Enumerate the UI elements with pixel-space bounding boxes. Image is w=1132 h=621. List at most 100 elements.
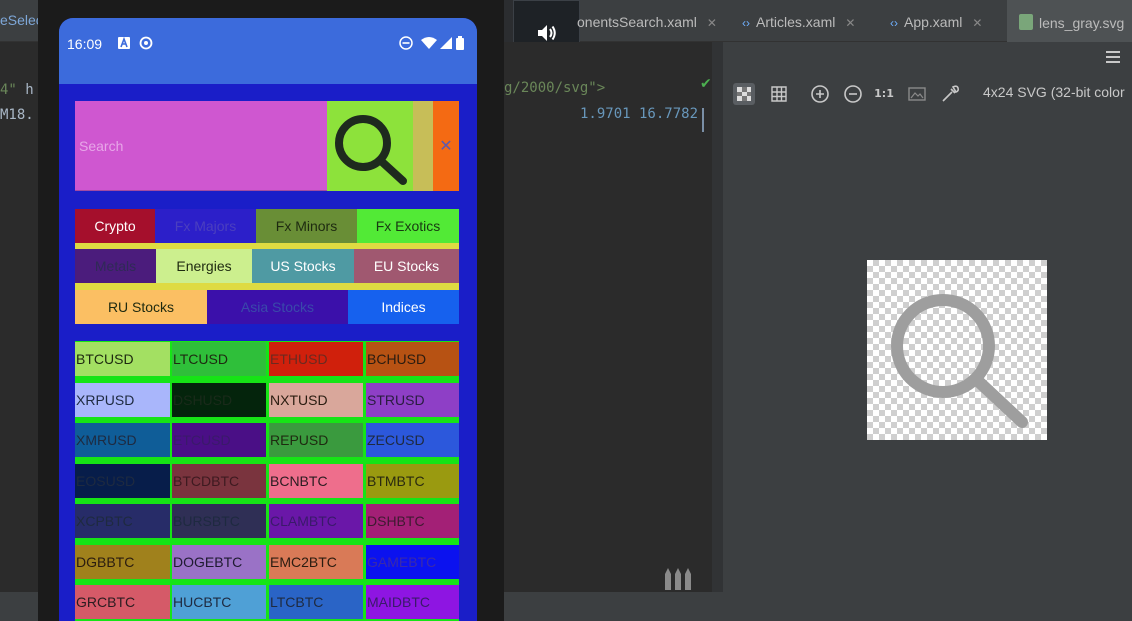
svg-preview-panel: 1:1 4x24 SVG (32-bit color [723, 42, 1132, 592]
checkmark-icon: ✔ [700, 76, 712, 92]
editor-tabbar: onentsSearch.xaml ✕ ‹› Articles.xaml ✕ ‹› Ap… [577, 0, 1132, 42]
clear-search-button[interactable]: ✕ [433, 101, 459, 191]
search-button[interactable] [327, 101, 413, 191]
emulator-phone-frame: 16:09 Search ✕ Crypto Fx Majors Fx Minor… [38, 0, 504, 621]
category-tab-fx-exotics[interactable]: Fx Exotics [357, 209, 459, 243]
zoom-out-icon [844, 85, 862, 103]
tab-lens-gray-svg[interactable]: lens_gray.svg [1007, 0, 1132, 42]
battery-icon [455, 36, 465, 50]
symbol-cell-btcusd[interactable]: BTCUSD [75, 342, 170, 376]
checker-background-icon [737, 87, 751, 101]
tab-close-icon[interactable]: ✕ [707, 16, 717, 30]
checker-background-button[interactable] [733, 83, 755, 105]
symbol-cell-ltcusd[interactable]: LTCUSD [172, 342, 266, 376]
xml-file-icon: ‹› [890, 16, 898, 30]
pencils-icon [662, 566, 696, 590]
symbol-cell-btcdbtc[interactable]: BTCDBTC [172, 463, 266, 498]
tab-articles[interactable]: ‹› Articles.xaml ✕ [742, 14, 855, 30]
symbol-cell-eosusd[interactable]: EOSUSD [75, 463, 170, 498]
symbol-cell-bchusd[interactable]: BCHUSD [366, 342, 459, 376]
symbol-cell-dgbbtc[interactable]: DGBBTC [75, 544, 170, 579]
tab-close-icon[interactable]: ✕ [972, 16, 982, 30]
image-icon [908, 87, 926, 101]
symbol-cell-xmrusd[interactable]: XMRUSD [75, 423, 170, 457]
xml-file-icon: ‹› [742, 16, 750, 30]
ide-left-code-number: 4" [0, 82, 17, 98]
symbol-cell-xcpbtc[interactable]: XCPBTC [75, 504, 170, 538]
symbol-cell-repusd[interactable]: REPUSD [269, 423, 363, 457]
zoom-out-button[interactable] [842, 83, 864, 105]
category-tab-us-stocks[interactable]: US Stocks [252, 249, 354, 283]
symbol-cell-emc2btc[interactable]: EMC2BTC [269, 544, 363, 579]
svg-file-icon [1019, 14, 1033, 30]
search-separator [413, 101, 433, 191]
preview-toolbar: 1:1 4x24 SVG (32-bit color [723, 76, 1132, 110]
category-tab-indices[interactable]: Indices [348, 290, 459, 324]
tab-close-icon[interactable]: ✕ [845, 16, 855, 30]
ide-bottom-bar [504, 592, 1132, 621]
wifi-icon [421, 36, 437, 50]
list-menu-icon[interactable] [1104, 48, 1122, 66]
symbol-cell-dshbtc[interactable]: DSHBTC [366, 504, 459, 538]
ide-left-code-line-1: 4" h [0, 82, 34, 98]
symbol-cell-nxtusd[interactable]: NXTUSD [269, 382, 363, 417]
symbol-cell-bursbtc[interactable]: BURSBTC [172, 504, 266, 538]
notification-a-icon [117, 36, 131, 50]
tab-label: lens_gray.svg [1039, 15, 1125, 31]
tab-label: onentsSearch.xaml [577, 14, 697, 30]
tab-label: Articles.xaml [756, 14, 836, 30]
zoom-in-button[interactable] [809, 83, 831, 105]
actual-size-button[interactable]: 1:1 [873, 83, 895, 105]
category-tabs: Crypto Fx Majors Fx Minors Fx Exotics Me… [75, 209, 459, 324]
symbol-cell-ltcbtc[interactable]: LTCBTC [269, 585, 363, 619]
symbol-cell-etcusd[interactable]: ETCUSD [172, 423, 266, 457]
category-tab-eu-stocks[interactable]: EU Stocks [354, 249, 459, 283]
ide-left-code-line-2: M18. [0, 107, 34, 123]
code-editor[interactable]: g/2000/svg"> 1.9701 16.7782 ✔ [504, 42, 723, 592]
category-tab-ru-stocks[interactable]: RU Stocks [75, 290, 207, 324]
status-time: 16:09 [67, 36, 103, 52]
category-tab-metals[interactable]: Metals [75, 249, 156, 283]
lens-gray-icon [891, 294, 1028, 428]
svg-preview-canvas [867, 260, 1047, 440]
symbol-cell-dshusd[interactable]: DSHUSD [172, 382, 266, 417]
category-tab-energies[interactable]: Energies [156, 249, 252, 283]
symbol-cell-dogebtc[interactable]: DOGEBTC [172, 544, 266, 579]
grid-button[interactable] [768, 83, 790, 105]
tab-components-search[interactable]: onentsSearch.xaml ✕ [577, 14, 717, 30]
preview-info: 4x24 SVG (32-bit color [983, 84, 1125, 100]
symbol-grid: BTCUSD LTCUSD ETHUSD BCHUSD XRPUSD DSHUSD NXTU… [75, 341, 459, 621]
symbol-cell-gamebtc[interactable]: GAMEBTC [366, 544, 459, 579]
search-icon [335, 115, 407, 185]
symbol-cell-grcbtc[interactable]: GRCBTC [75, 585, 170, 619]
eyedropper-icon [942, 85, 960, 102]
category-tab-fx-majors[interactable]: Fx Majors [155, 209, 256, 243]
symbol-cell-clambtc[interactable]: CLAMBTC [269, 504, 363, 538]
symbol-cell-xrpusd[interactable]: XRPUSD [75, 382, 170, 417]
do-not-disturb-icon [399, 36, 413, 50]
symbol-cell-hucbtc[interactable]: HUCBTC [172, 585, 266, 619]
zoom-in-icon [811, 85, 829, 103]
search-input[interactable] [75, 101, 327, 191]
symbol-cell-strusd[interactable]: STRUSD [366, 382, 459, 417]
ide-left-code-rest: h [16, 82, 34, 98]
tab-label: App.xaml [904, 14, 963, 30]
signal-icon [439, 36, 453, 50]
tab-app[interactable]: ‹› App.xaml ✕ [890, 14, 982, 30]
ide-left-tab-fragment[interactable]: eSelec [0, 12, 43, 28]
fit-button[interactable] [906, 83, 928, 105]
symbol-cell-maidbtc[interactable]: MAIDBTC [366, 585, 459, 619]
text-cursor [702, 108, 704, 132]
category-tab-fx-minors[interactable]: Fx Minors [256, 209, 357, 243]
category-tab-crypto[interactable]: Crypto [75, 209, 155, 243]
symbol-cell-btmbtc[interactable]: BTMBTC [366, 463, 459, 498]
symbol-cell-zecusd[interactable]: ZECUSD [366, 423, 459, 457]
code-line-2: 1.9701 16.7782 [580, 106, 699, 122]
code-line-1: g/2000/svg"> [504, 80, 606, 96]
eyedropper-button[interactable] [939, 83, 961, 105]
symbol-cell-bcnbtc[interactable]: BCNBTC [269, 463, 363, 498]
category-tab-asia-stocks[interactable]: Asia Stocks [207, 290, 348, 324]
status-bar: 16:09 [59, 18, 477, 84]
grid-icon [771, 86, 787, 102]
symbol-cell-ethusd[interactable]: ETHUSD [269, 342, 363, 376]
